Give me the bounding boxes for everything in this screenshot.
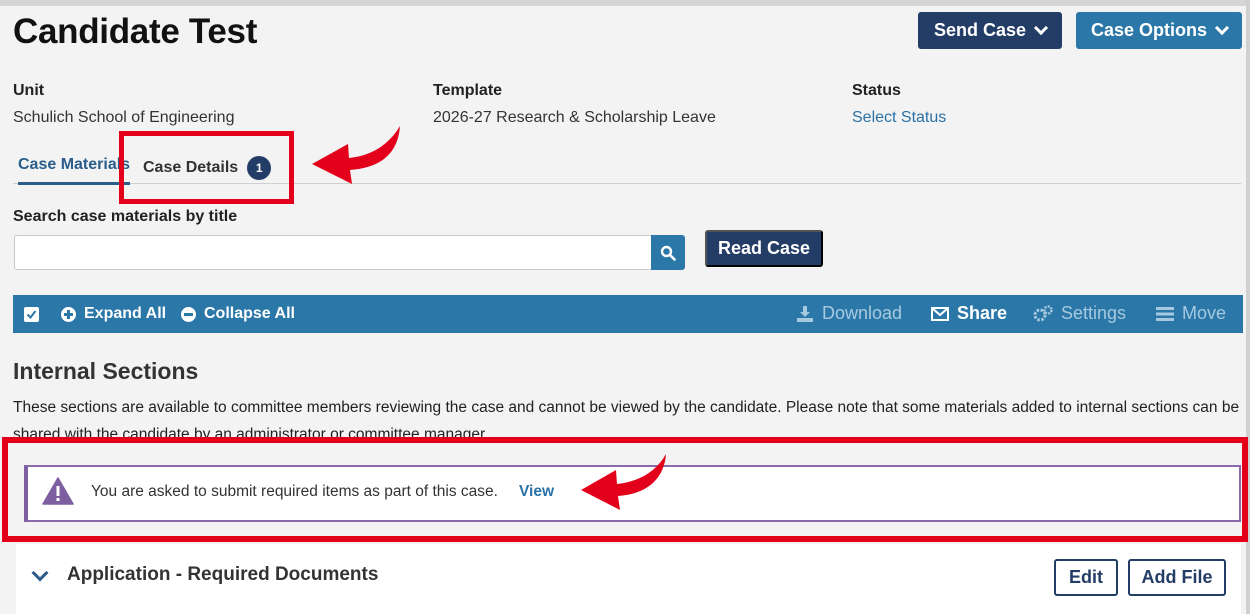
list-icon — [1156, 306, 1174, 321]
checkmark-icon — [26, 310, 37, 320]
move-label: Move — [1182, 303, 1227, 323]
alert-view-link[interactable]: View — [519, 483, 554, 501]
internal-sections-description: These sections are available to committe… — [13, 399, 1240, 437]
tab-case-materials[interactable]: Case Materials — [18, 156, 131, 185]
internal-sections-heading: Internal Sections — [13, 358, 199, 384]
share-button[interactable]: Share — [931, 303, 1007, 324]
add-file-button[interactable]: Add File — [1128, 559, 1226, 596]
red-arrow-icon — [581, 454, 666, 510]
highlight-box-case-details — [119, 131, 294, 204]
send-case-label: Send Case — [933, 20, 1027, 40]
settings-button[interactable]: Settings — [1033, 303, 1126, 324]
share-label: Share — [957, 303, 1008, 323]
search-input[interactable] — [14, 235, 652, 270]
case-options-button[interactable]: Case Options — [1076, 12, 1242, 49]
download-icon — [797, 305, 813, 322]
search-button[interactable] — [651, 235, 685, 270]
chevron-down-icon[interactable] — [31, 564, 49, 582]
envelope-icon — [931, 306, 949, 321]
unit-label: Unit — [13, 82, 45, 99]
top-border — [0, 0, 1250, 6]
status-label: Status — [852, 82, 901, 99]
move-button[interactable]: Move — [1156, 303, 1226, 324]
warning-icon — [42, 477, 74, 505]
settings-label: Settings — [1061, 303, 1127, 323]
download-label: Download — [822, 303, 903, 323]
template-label: Template — [433, 82, 503, 99]
chevron-down-icon — [1214, 20, 1230, 35]
panel-title[interactable]: Application - Required Documents — [67, 564, 378, 586]
expand-all-button[interactable]: Expand All — [61, 305, 166, 323]
search-icon — [660, 245, 676, 261]
page: Candidate Test Send Case Case Options Un… — [0, 0, 1250, 614]
collapse-all-label: Collapse All — [204, 305, 295, 322]
case-options-label: Case Options — [1090, 20, 1208, 40]
read-case-button[interactable]: Read Case — [705, 230, 823, 267]
red-arrow-icon — [312, 126, 400, 184]
select-status-link[interactable]: Select Status — [852, 109, 946, 127]
minus-circle-icon — [181, 306, 196, 322]
send-case-button[interactable]: Send Case — [918, 12, 1062, 49]
select-all-checkbox[interactable] — [24, 307, 39, 322]
search-label: Search case materials by title — [13, 208, 238, 225]
download-button[interactable]: Download — [796, 303, 902, 324]
materials-toolbar: Expand All Collapse All Download Share S… — [13, 295, 1243, 333]
collapse-all-button[interactable]: Collapse All — [181, 305, 295, 323]
gears-icon — [1033, 304, 1053, 321]
expand-all-label: Expand All — [84, 305, 167, 322]
page-title: Candidate Test — [13, 12, 258, 51]
application-required-documents-panel: Application - Required Documents Edit Ad… — [16, 544, 1241, 614]
template-value: 2026-27 Research & Scholarship Leave — [433, 109, 716, 126]
chevron-down-icon — [1033, 20, 1049, 35]
plus-circle-icon — [61, 306, 76, 322]
alert-message: You are asked to submit required items a… — [91, 483, 498, 500]
unit-value: Schulich School of Engineering — [13, 109, 235, 126]
edit-button[interactable]: Edit — [1054, 559, 1118, 596]
